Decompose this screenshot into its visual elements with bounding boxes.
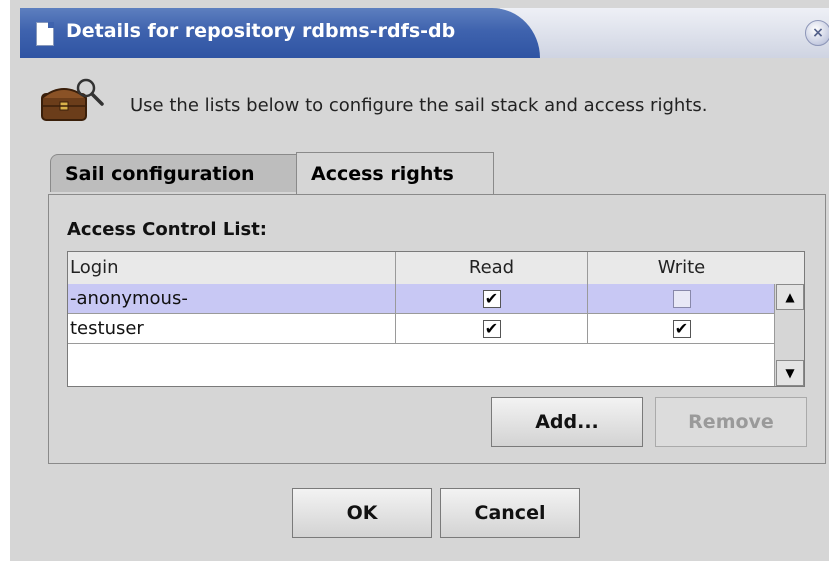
access-rights-panel: Access Control List: Login Read Write -a… [48, 194, 826, 464]
repository-details-dialog: Details for repository rdbms-rdfs-db × U… [0, 0, 829, 561]
cancel-button[interactable]: Cancel [440, 488, 580, 538]
scroll-track[interactable] [776, 310, 804, 356]
document-icon [36, 22, 54, 46]
window-title: Details for repository rdbms-rdfs-db [66, 20, 456, 42]
table-header-corner [774, 252, 804, 285]
table-header: Login Read Write [68, 252, 776, 285]
read-cell: ✔ [396, 314, 588, 344]
close-icon[interactable]: × [805, 20, 829, 46]
write-checkbox[interactable] [672, 290, 691, 308]
remove-button[interactable]: Remove [655, 397, 807, 447]
scroll-down-arrow-icon[interactable]: ▼ [776, 360, 804, 386]
tab-access-rights[interactable]: Access rights [296, 152, 494, 194]
scroll-up-arrow-icon[interactable]: ▲ [776, 284, 804, 310]
login-cell[interactable]: testuser [68, 314, 396, 344]
column-header-write[interactable]: Write [588, 252, 776, 284]
read-checkbox[interactable]: ✔ [482, 320, 501, 338]
treasure-chest-search-icon [41, 78, 104, 121]
tab-sail-configuration[interactable]: Sail configuration [50, 154, 300, 192]
column-header-login[interactable]: Login [68, 252, 396, 284]
vertical-scrollbar[interactable]: ▲ ▼ [774, 284, 804, 386]
write-checkbox[interactable]: ✔ [672, 320, 691, 338]
acl-table: Login Read Write -anonymous- ✔ testuser [67, 251, 805, 387]
access-control-list-label: Access Control List: [67, 219, 268, 240]
login-cell[interactable]: -anonymous- [68, 284, 396, 314]
read-checkbox[interactable]: ✔ [482, 290, 501, 308]
table-row[interactable]: -anonymous- ✔ [68, 284, 776, 314]
add-button[interactable]: Add... [491, 397, 643, 447]
column-header-read[interactable]: Read [396, 252, 588, 284]
dialog-content: Use the lists below to configure the sai… [20, 58, 829, 561]
read-cell: ✔ [396, 284, 588, 314]
title-bar[interactable]: Details for repository rdbms-rdfs-db × [20, 8, 829, 58]
write-cell: ✔ [588, 314, 776, 344]
ok-button[interactable]: OK [292, 488, 432, 538]
table-row[interactable]: testuser ✔ ✔ [68, 314, 776, 344]
intro-text: Use the lists below to configure the sai… [130, 95, 708, 116]
write-cell [588, 284, 776, 314]
title-bar-background [500, 8, 829, 58]
